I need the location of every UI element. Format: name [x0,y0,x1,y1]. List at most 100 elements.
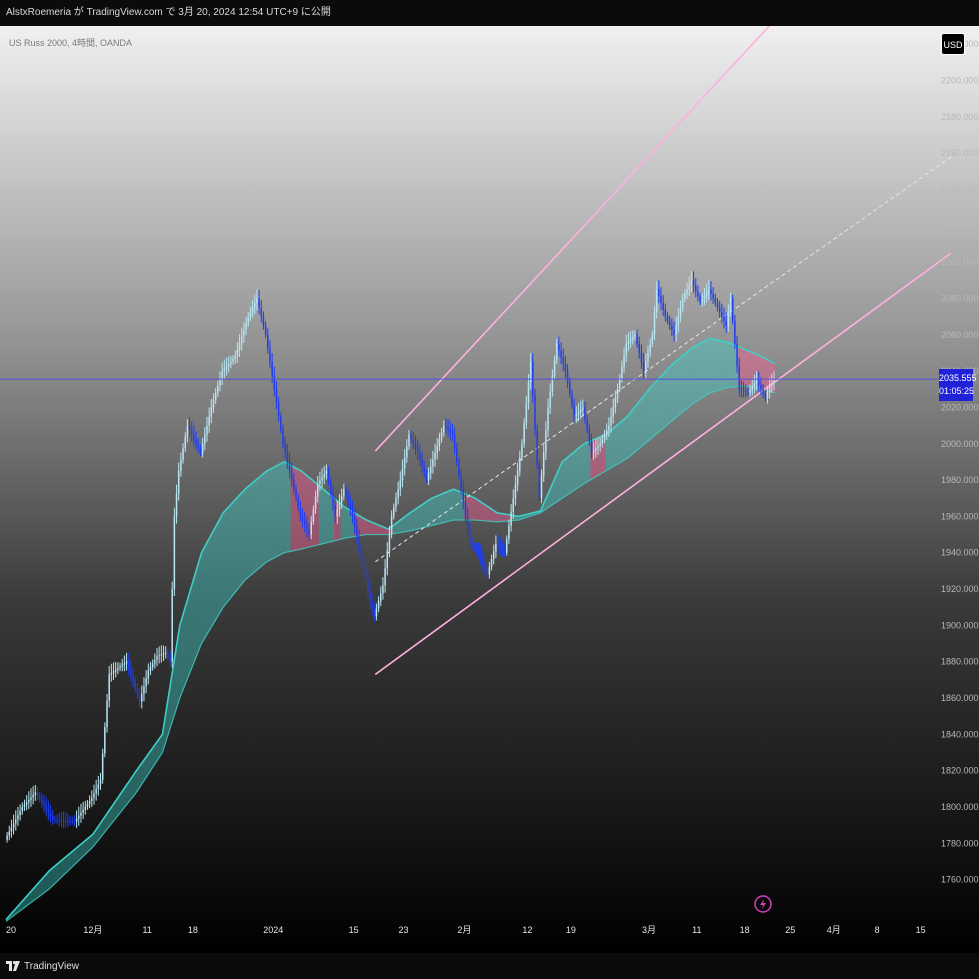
candle-body [38,795,41,800]
candle-body [393,507,395,517]
ribbon-band [203,544,206,640]
candle-body [67,820,69,822]
candle-body [436,446,439,453]
candle-body [373,609,375,617]
candle-body [82,809,84,813]
ribbon-band [199,552,202,649]
candle-body [210,407,213,417]
candle-body [23,804,26,808]
candle-body [340,495,343,503]
candle-body [414,443,417,449]
ribbon-band [666,368,669,426]
candle-body [492,551,495,560]
candle-body [469,530,471,544]
candle-body [597,446,599,449]
candle-body [134,681,137,689]
candle-body [573,405,575,417]
candle-body [645,362,647,372]
candle-body [262,316,265,326]
candle-body [147,670,150,679]
ribbon-band [612,427,615,468]
ribbon-band [344,507,348,539]
ribbon-band [62,857,65,877]
candle-body [60,820,63,822]
candle-body [599,443,601,447]
candle-body [295,489,297,499]
candle-body [390,516,393,534]
tradingview-logo[interactable]: TradingView [6,958,79,974]
candle-body [395,498,397,508]
candle-body [156,656,158,660]
candle-body [738,366,740,390]
y-tick-label: 2060.000 [941,330,979,340]
candle-body [534,396,536,431]
candle-body [186,425,189,437]
y-tick-label: 1800.000 [941,802,979,812]
x-tick-label: 18 [188,925,198,935]
y-tick-label: 2000.000 [941,439,979,449]
candle-body [649,343,651,353]
ribbon-band [275,465,278,558]
candle-body [177,471,180,494]
candle-body [555,343,558,360]
candle-body [551,375,554,392]
candle-body [290,471,293,481]
candle-body [62,820,65,822]
ribbon-band [340,503,343,540]
candle-body [306,525,308,531]
candle-body [662,302,664,310]
candle-body [256,298,258,303]
price-chart[interactable]: 1760.000 1780.000 1800.000 1820.000 1840.000… [0,26,979,953]
candle-body [571,393,573,406]
ribbon-band [588,441,591,482]
ribbon-band [731,343,734,387]
candle-body [93,793,95,798]
candle-body [88,800,91,804]
ribbon-band [410,511,413,531]
candle-body [110,672,113,675]
candle-body [47,809,50,813]
candle-body [412,439,415,444]
y-tick-label: 2200.000 [941,75,979,85]
candle-body [71,821,74,823]
ribbon-band [573,451,576,491]
ribbon-band [438,494,441,524]
candle-body [605,430,608,435]
candle-body [486,569,488,575]
candle-body [538,464,541,499]
candle-body [75,818,78,822]
ribbon-band [562,460,565,499]
candle-body [655,289,658,313]
last-price-tag: 2035.555 01:05:25 [939,369,977,401]
candle-body [125,661,128,664]
ribbon-band [234,498,237,594]
candle-body [182,448,184,460]
candle-body [731,298,734,322]
candle-body [91,797,93,801]
footer-bar: TradingView [0,953,979,979]
ribbon-band [364,518,367,535]
candle-body [19,811,21,816]
ribbon-band [644,391,647,444]
ribbon-band [499,513,502,522]
ribbon-band [564,458,567,497]
candle-body [297,498,299,508]
candle-body [640,352,643,363]
currency-button[interactable]: USD [941,33,965,55]
ribbon-band [327,492,330,543]
ribbon-band [370,521,374,535]
x-tick-label: 15 [916,925,926,935]
ribbon-band [227,505,230,602]
ribbon-band [407,512,411,532]
candle-body [601,439,604,444]
ribbon-band [501,513,504,522]
candle-body [416,448,419,453]
candle-body [503,550,506,553]
y-tick-label: 2160.000 [941,148,979,158]
y-tick-label: 1900.000 [941,620,979,630]
candle-body [542,452,545,476]
candle-body [51,816,54,820]
ribbon-band [216,520,219,619]
candle-body [338,502,341,510]
ribbon-band [764,357,767,391]
